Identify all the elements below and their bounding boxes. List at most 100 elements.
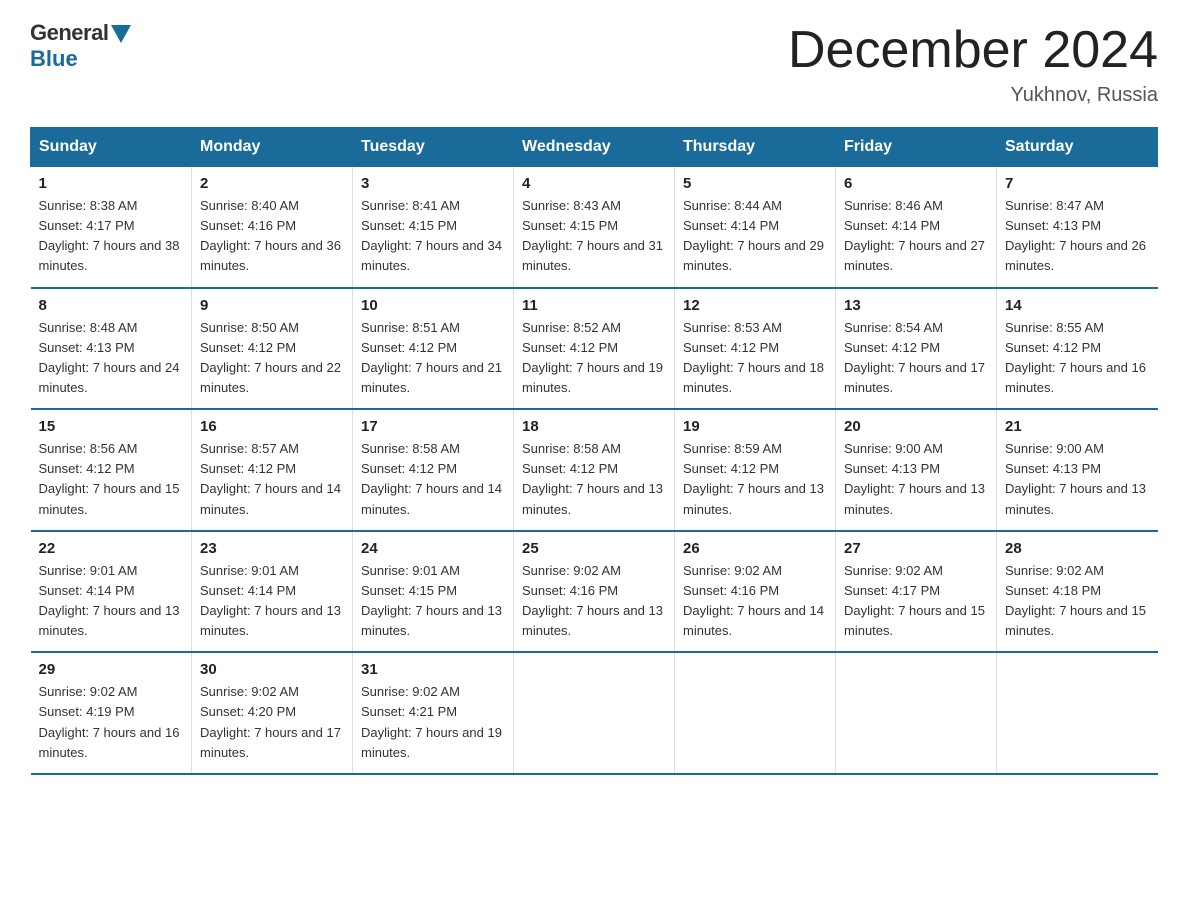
calendar-day-cell: 18Sunrise: 8:58 AMSunset: 4:12 PMDayligh… bbox=[514, 409, 675, 531]
calendar-day-cell: 26 Sunrise: 9:02 AMSunset: 4:16 PMDayligh… bbox=[675, 531, 836, 653]
calendar-week-row: 22 Sunrise: 9:01 AMSunset: 4:14 PMDayligh… bbox=[31, 531, 1158, 653]
day-number: 31 bbox=[361, 661, 505, 678]
day-number: 23 bbox=[200, 540, 344, 557]
calendar-day-cell: 15Sunrise: 8:56 AMSunset: 4:12 PMDayligh… bbox=[31, 409, 192, 531]
calendar-day-cell: 25Sunrise: 9:02 AMSunset: 4:16 PMDayligh… bbox=[514, 531, 675, 653]
calendar-day-cell bbox=[675, 652, 836, 774]
calendar-day-cell: 6Sunrise: 8:46 AMSunset: 4:14 PMDaylight… bbox=[836, 167, 997, 288]
calendar-day-header: Sunday bbox=[31, 128, 192, 167]
day-info: Sunrise: 9:02 AMSunset: 4:21 PMDaylight:… bbox=[361, 682, 505, 763]
calendar-day-cell: 2 Sunrise: 8:40 AMSunset: 4:16 PMDaylight… bbox=[192, 167, 353, 288]
day-number: 7 bbox=[1005, 175, 1150, 192]
calendar-day-header: Thursday bbox=[675, 128, 836, 167]
day-info: Sunrise: 8:38 AMSunset: 4:17 PMDaylight:… bbox=[39, 196, 184, 277]
month-title: December 2024 bbox=[788, 20, 1158, 80]
day-number: 17 bbox=[361, 418, 505, 435]
calendar-day-header: Friday bbox=[836, 128, 997, 167]
day-number: 4 bbox=[522, 175, 666, 192]
calendar-day-cell: 10Sunrise: 8:51 AMSunset: 4:12 PMDayligh… bbox=[353, 288, 514, 410]
calendar-day-cell: 16 Sunrise: 8:57 AMSunset: 4:12 PMDayligh… bbox=[192, 409, 353, 531]
calendar-day-header: Saturday bbox=[997, 128, 1158, 167]
day-info: Sunrise: 8:54 AMSunset: 4:12 PMDaylight:… bbox=[844, 318, 988, 399]
day-info: Sunrise: 8:57 AMSunset: 4:12 PMDaylight:… bbox=[200, 439, 344, 520]
day-info: Sunrise: 8:55 AMSunset: 4:12 PMDaylight:… bbox=[1005, 318, 1150, 399]
day-number: 19 bbox=[683, 418, 827, 435]
calendar-day-cell bbox=[836, 652, 997, 774]
calendar-day-cell: 11 Sunrise: 8:52 AMSunset: 4:12 PMDayligh… bbox=[514, 288, 675, 410]
calendar-day-cell: 28 Sunrise: 9:02 AMSunset: 4:18 PMDayligh… bbox=[997, 531, 1158, 653]
day-number: 10 bbox=[361, 297, 505, 314]
day-number: 8 bbox=[39, 297, 184, 314]
day-number: 26 bbox=[683, 540, 827, 557]
day-info: Sunrise: 8:59 AMSunset: 4:12 PMDaylight:… bbox=[683, 439, 827, 520]
logo: General Blue bbox=[30, 20, 131, 72]
calendar-day-cell: 9Sunrise: 8:50 AMSunset: 4:12 PMDaylight… bbox=[192, 288, 353, 410]
day-number: 29 bbox=[39, 661, 184, 678]
calendar-day-header: Monday bbox=[192, 128, 353, 167]
calendar-day-cell bbox=[997, 652, 1158, 774]
day-number: 22 bbox=[39, 540, 184, 557]
day-info: Sunrise: 9:00 AMSunset: 4:13 PMDaylight:… bbox=[1005, 439, 1150, 520]
day-info: Sunrise: 8:56 AMSunset: 4:12 PMDaylight:… bbox=[39, 439, 184, 520]
day-number: 3 bbox=[361, 175, 505, 192]
logo-general-text: General bbox=[30, 20, 108, 46]
location: Yukhnov, Russia bbox=[788, 84, 1158, 107]
day-info: Sunrise: 9:01 AMSunset: 4:14 PMDaylight:… bbox=[39, 561, 184, 642]
calendar-week-row: 8 Sunrise: 8:48 AMSunset: 4:13 PMDaylight… bbox=[31, 288, 1158, 410]
calendar-day-cell: 3 Sunrise: 8:41 AMSunset: 4:15 PMDaylight… bbox=[353, 167, 514, 288]
calendar-day-cell: 17 Sunrise: 8:58 AMSunset: 4:12 PMDayligh… bbox=[353, 409, 514, 531]
day-number: 24 bbox=[361, 540, 505, 557]
calendar-day-cell: 19 Sunrise: 8:59 AMSunset: 4:12 PMDayligh… bbox=[675, 409, 836, 531]
day-number: 30 bbox=[200, 661, 344, 678]
logo-blue-text: Blue bbox=[30, 46, 78, 72]
day-info: Sunrise: 8:52 AMSunset: 4:12 PMDaylight:… bbox=[522, 318, 666, 399]
day-number: 21 bbox=[1005, 418, 1150, 435]
day-info: Sunrise: 9:01 AMSunset: 4:14 PMDaylight:… bbox=[200, 561, 344, 642]
calendar-day-cell: 21 Sunrise: 9:00 AMSunset: 4:13 PMDayligh… bbox=[997, 409, 1158, 531]
day-info: Sunrise: 8:47 AMSunset: 4:13 PMDaylight:… bbox=[1005, 196, 1150, 277]
calendar-day-cell: 5Sunrise: 8:44 AMSunset: 4:14 PMDaylight… bbox=[675, 167, 836, 288]
title-section: December 2024 Yukhnov, Russia bbox=[788, 20, 1158, 107]
day-number: 16 bbox=[200, 418, 344, 435]
calendar-day-cell: 1Sunrise: 8:38 AMSunset: 4:17 PMDaylight… bbox=[31, 167, 192, 288]
calendar-week-row: 15Sunrise: 8:56 AMSunset: 4:12 PMDayligh… bbox=[31, 409, 1158, 531]
day-info: Sunrise: 8:40 AMSunset: 4:16 PMDaylight:… bbox=[200, 196, 344, 277]
calendar-day-cell: 4 Sunrise: 8:43 AMSunset: 4:15 PMDaylight… bbox=[514, 167, 675, 288]
logo-arrow-icon bbox=[111, 25, 131, 43]
day-info: Sunrise: 8:46 AMSunset: 4:14 PMDaylight:… bbox=[844, 196, 988, 277]
day-number: 14 bbox=[1005, 297, 1150, 314]
day-info: Sunrise: 8:53 AMSunset: 4:12 PMDaylight:… bbox=[683, 318, 827, 399]
calendar-table: SundayMondayTuesdayWednesdayThursdayFrid… bbox=[30, 127, 1158, 775]
calendar-day-header: Tuesday bbox=[353, 128, 514, 167]
day-info: Sunrise: 8:48 AMSunset: 4:13 PMDaylight:… bbox=[39, 318, 184, 399]
day-info: Sunrise: 9:01 AMSunset: 4:15 PMDaylight:… bbox=[361, 561, 505, 642]
day-number: 5 bbox=[683, 175, 827, 192]
day-number: 11 bbox=[522, 297, 666, 314]
calendar-day-cell: 22 Sunrise: 9:01 AMSunset: 4:14 PMDayligh… bbox=[31, 531, 192, 653]
day-info: Sunrise: 9:02 AMSunset: 4:20 PMDaylight:… bbox=[200, 682, 344, 763]
calendar-day-cell: 12 Sunrise: 8:53 AMSunset: 4:12 PMDayligh… bbox=[675, 288, 836, 410]
calendar-day-cell: 23 Sunrise: 9:01 AMSunset: 4:14 PMDayligh… bbox=[192, 531, 353, 653]
day-info: Sunrise: 8:43 AMSunset: 4:15 PMDaylight:… bbox=[522, 196, 666, 277]
calendar-day-cell: 30 Sunrise: 9:02 AMSunset: 4:20 PMDayligh… bbox=[192, 652, 353, 774]
day-info: Sunrise: 8:50 AMSunset: 4:12 PMDaylight:… bbox=[200, 318, 344, 399]
calendar-day-cell: 27 Sunrise: 9:02 AMSunset: 4:17 PMDayligh… bbox=[836, 531, 997, 653]
day-number: 2 bbox=[200, 175, 344, 192]
day-number: 28 bbox=[1005, 540, 1150, 557]
day-number: 12 bbox=[683, 297, 827, 314]
day-info: Sunrise: 8:58 AMSunset: 4:12 PMDaylight:… bbox=[361, 439, 505, 520]
day-info: Sunrise: 9:02 AMSunset: 4:17 PMDaylight:… bbox=[844, 561, 988, 642]
calendar-day-cell: 29Sunrise: 9:02 AMSunset: 4:19 PMDayligh… bbox=[31, 652, 192, 774]
calendar-day-cell: 14 Sunrise: 8:55 AMSunset: 4:12 PMDayligh… bbox=[997, 288, 1158, 410]
day-number: 27 bbox=[844, 540, 988, 557]
calendar-week-row: 1Sunrise: 8:38 AMSunset: 4:17 PMDaylight… bbox=[31, 167, 1158, 288]
day-info: Sunrise: 9:02 AMSunset: 4:16 PMDaylight:… bbox=[522, 561, 666, 642]
calendar-day-cell: 20 Sunrise: 9:00 AMSunset: 4:13 PMDayligh… bbox=[836, 409, 997, 531]
day-info: Sunrise: 9:00 AMSunset: 4:13 PMDaylight:… bbox=[844, 439, 988, 520]
calendar-day-cell: 8 Sunrise: 8:48 AMSunset: 4:13 PMDaylight… bbox=[31, 288, 192, 410]
day-info: Sunrise: 8:41 AMSunset: 4:15 PMDaylight:… bbox=[361, 196, 505, 277]
calendar-header-row: SundayMondayTuesdayWednesdayThursdayFrid… bbox=[31, 128, 1158, 167]
day-info: Sunrise: 9:02 AMSunset: 4:16 PMDaylight:… bbox=[683, 561, 827, 642]
day-info: Sunrise: 9:02 AMSunset: 4:18 PMDaylight:… bbox=[1005, 561, 1150, 642]
day-number: 20 bbox=[844, 418, 988, 435]
